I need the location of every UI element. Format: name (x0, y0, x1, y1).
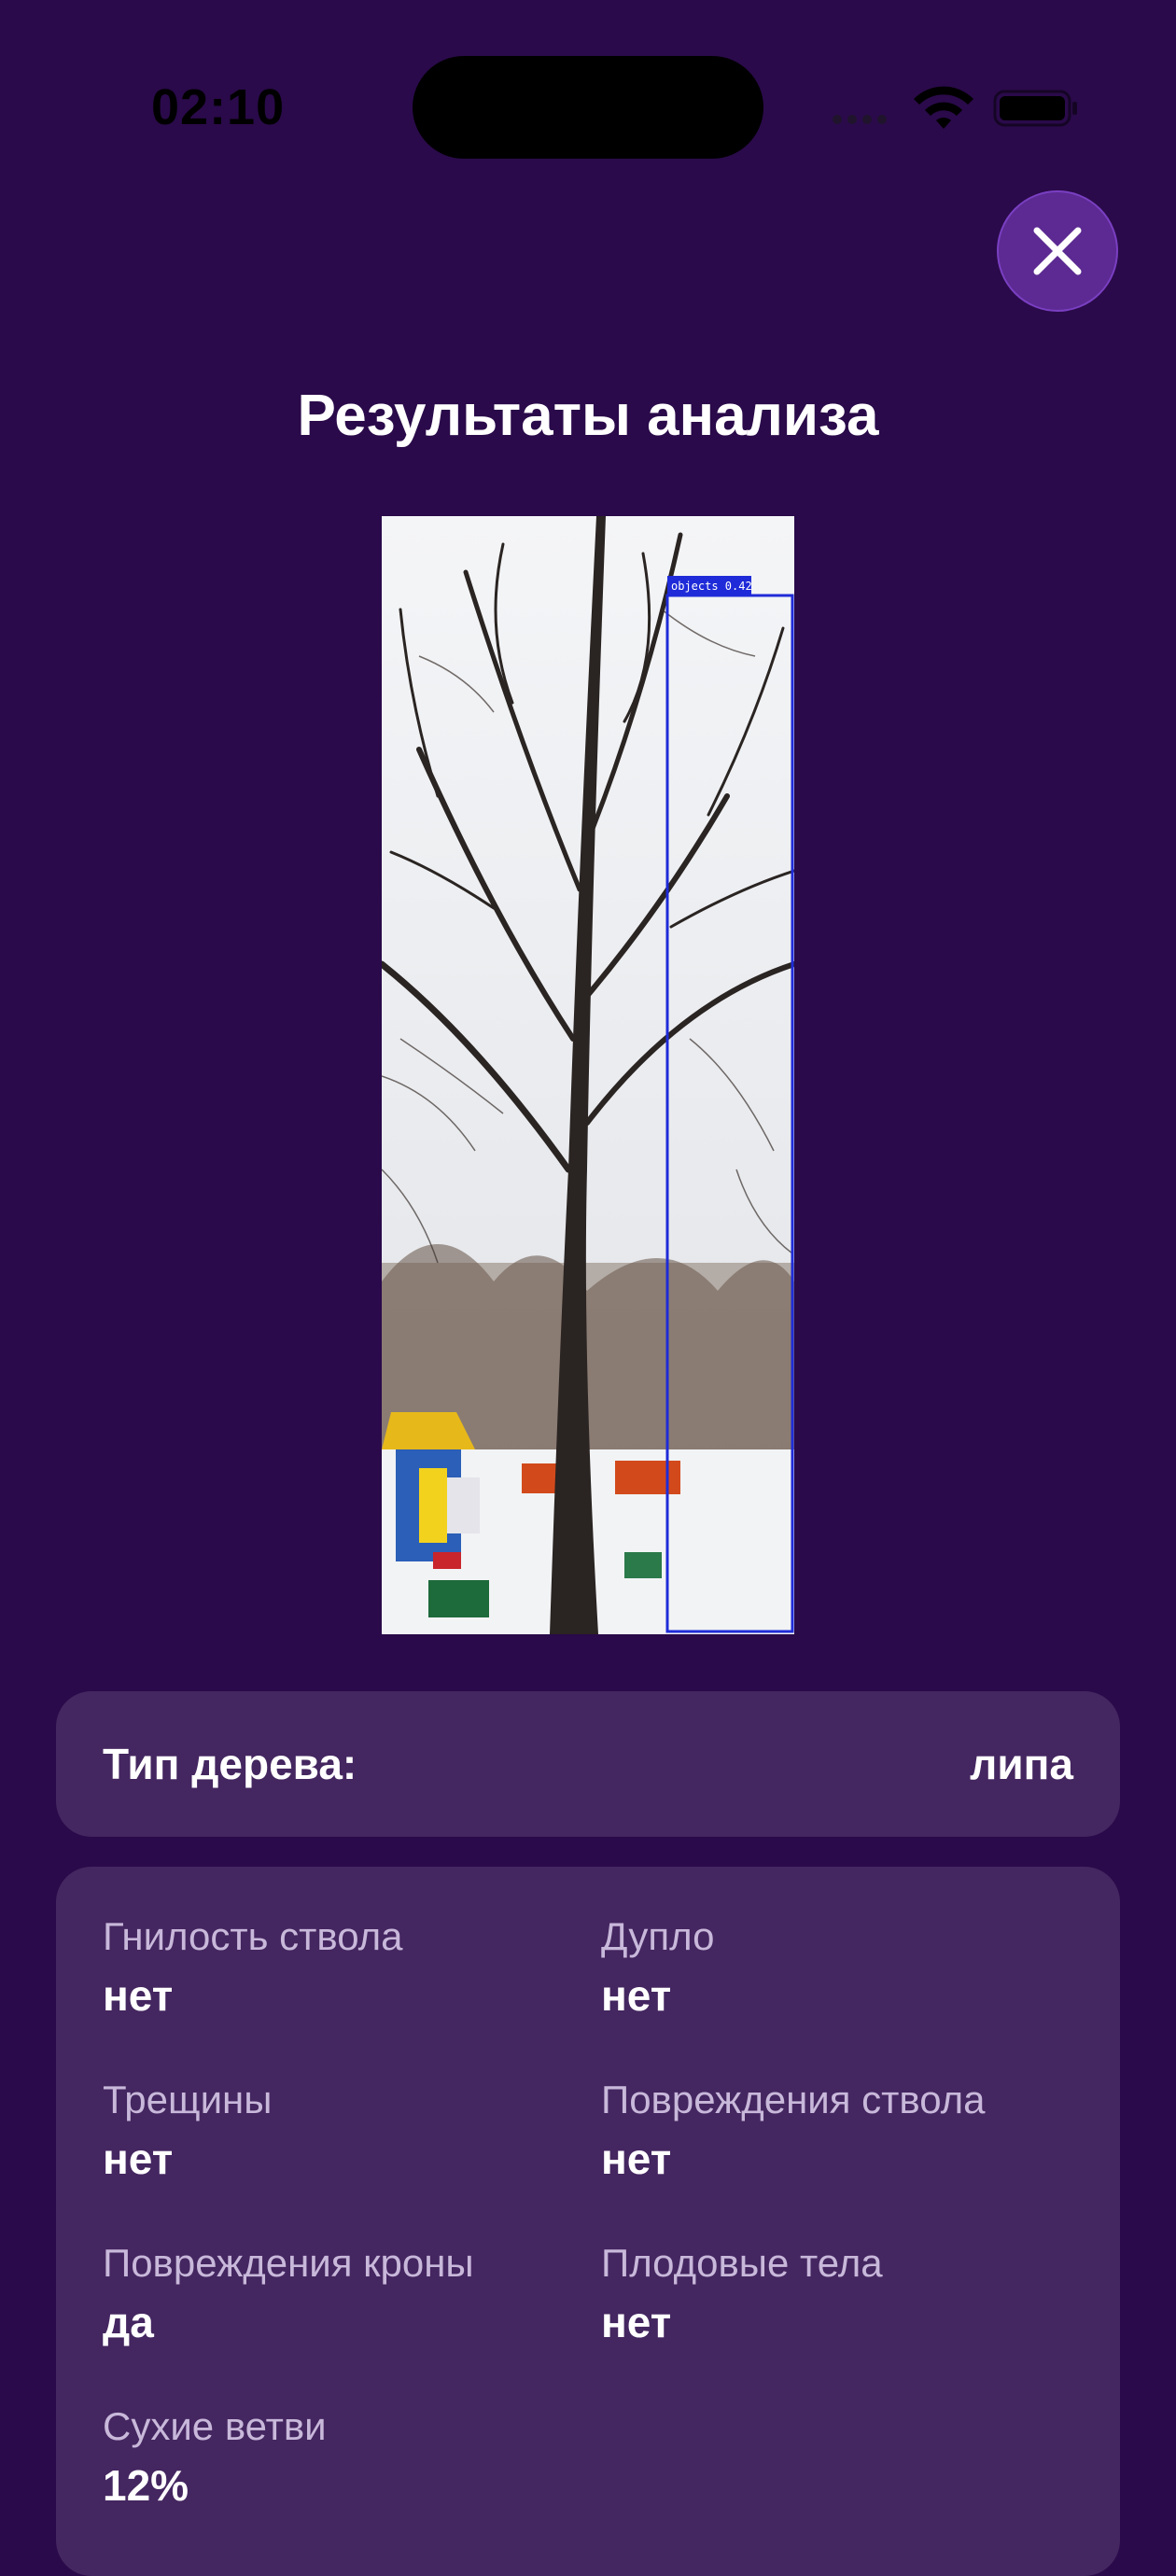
finding-label: Сухие ветви (103, 2404, 327, 2448)
battery-icon (993, 90, 1077, 127)
tree-type-card: Тип дерева: липа (56, 1691, 1120, 1837)
finding-label: Гнилость ствола (103, 1914, 403, 1958)
finding-value: нет (601, 2135, 672, 2183)
finding-value: да (103, 2298, 154, 2346)
finding-label: Повреждения кроны (103, 2241, 474, 2285)
finding-label: Дупло (601, 1914, 715, 1958)
tree-photo-illustration: objects 0.42 (382, 516, 794, 1634)
finding-crown-damage: Повреждения кроны да (103, 2240, 474, 2348)
finding-value: нет (601, 1971, 672, 2020)
close-button[interactable] (997, 190, 1118, 312)
dynamic-island (413, 56, 763, 159)
tree-type-label: Тип дерева: (103, 1740, 357, 1788)
finding-hollow: Дупло нет (601, 1913, 714, 2022)
finding-cracks: Трещины нет (103, 2077, 272, 2185)
finding-value: нет (103, 2135, 174, 2183)
finding-value: 12% (103, 2461, 189, 2510)
finding-value: нет (103, 1971, 174, 2020)
page-title: Результаты анализа (297, 384, 879, 448)
wifi-icon (914, 86, 973, 129)
finding-label: Повреждения ствола (601, 2078, 986, 2121)
status-time: 02:10 (151, 79, 286, 135)
finding-fruiting-bodies: Плодовые тела нет (601, 2240, 883, 2348)
findings-card: Гнилость ствола нет Дупло нет Трещины не… (56, 1867, 1120, 2576)
tree-type-value: липа (970, 1740, 1073, 1788)
close-icon (1033, 227, 1082, 275)
finding-dry-branches: Сухие ветви 12% (103, 2403, 327, 2512)
cellular-signal-icon (833, 112, 894, 125)
finding-trunk-damage: Повреждения ствола нет (601, 2077, 986, 2185)
finding-label: Трещины (103, 2078, 273, 2121)
analysis-photo: objects 0.42 (382, 516, 794, 1634)
detection-label: objects 0.42 (671, 580, 752, 593)
finding-trunk-rot: Гнилость ствола нет (103, 1913, 403, 2022)
finding-label: Плодовые тела (601, 2241, 883, 2285)
finding-value: нет (601, 2298, 672, 2346)
